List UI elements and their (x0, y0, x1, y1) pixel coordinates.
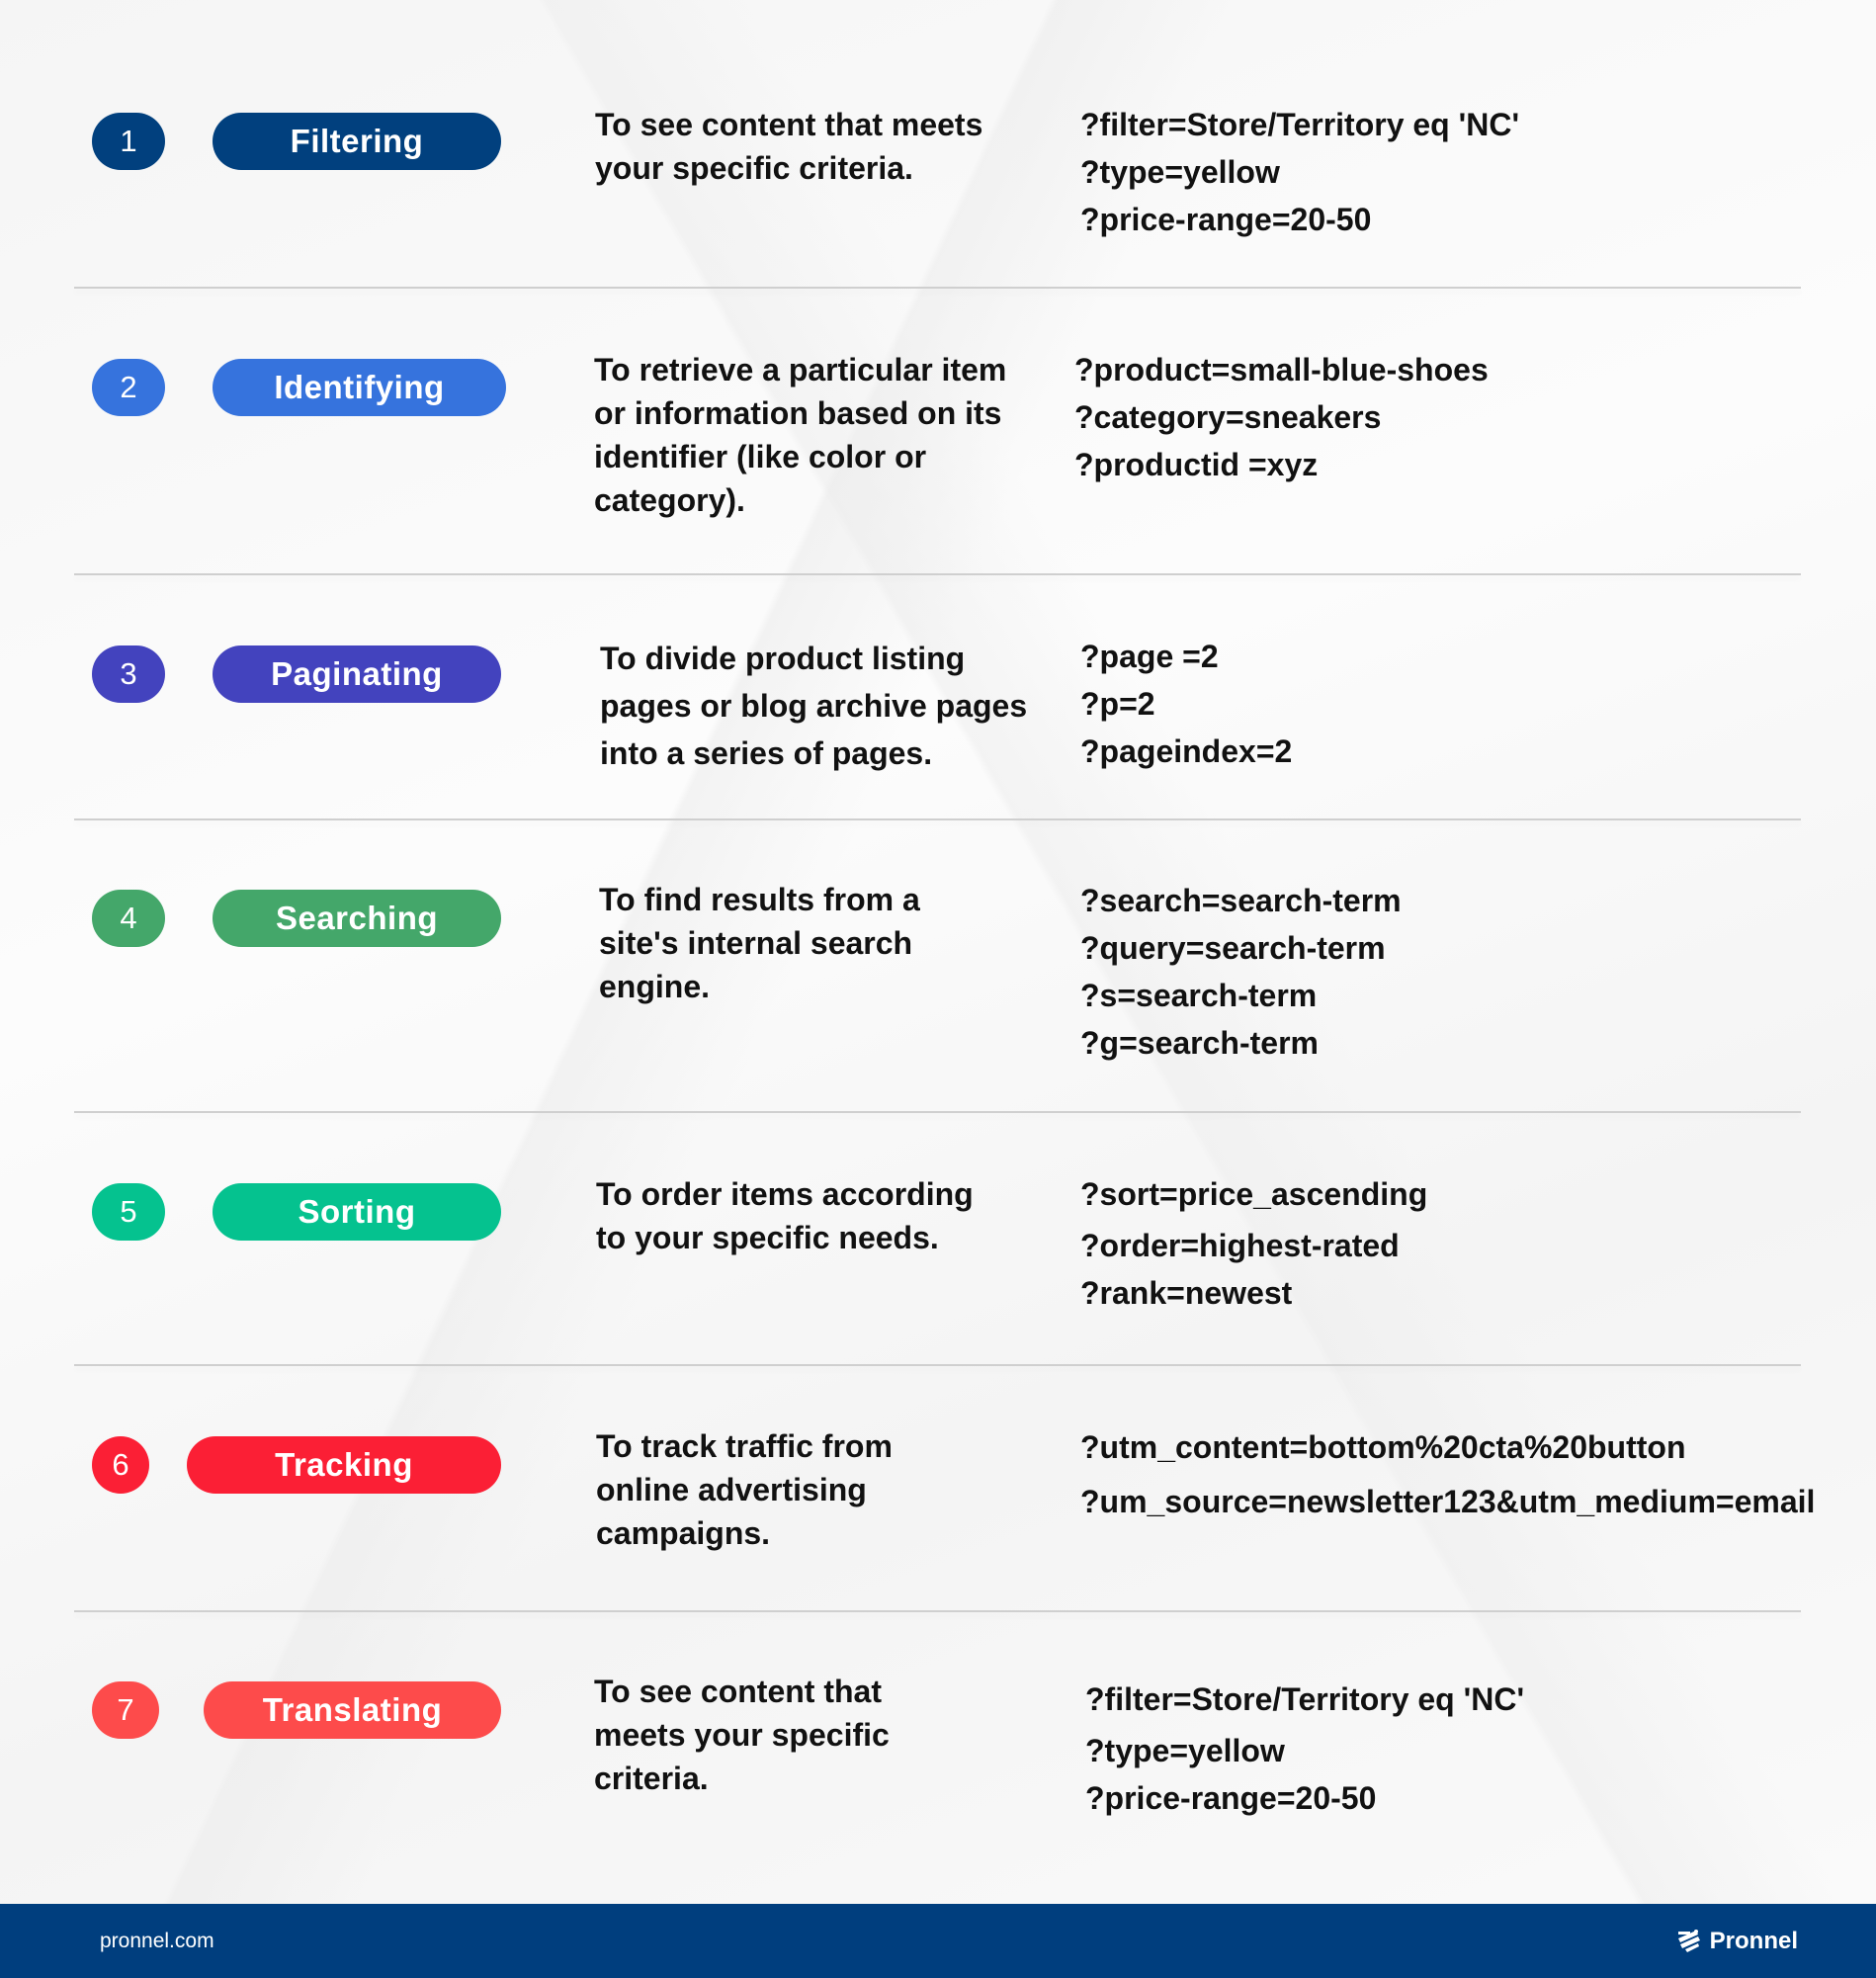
row-examples: ?filter=Store/Territory eq 'NC' ?type=ye… (1080, 101, 1519, 243)
example-param: ?order=highest-rated (1080, 1228, 1400, 1263)
example-param: ?p=2 (1080, 686, 1155, 722)
example-param: ?g=search-term (1080, 1025, 1319, 1061)
category-pill: Tracking (187, 1436, 501, 1494)
row-description: To order items according to your specifi… (596, 1176, 974, 1255)
row-examples: ?page =2 ?p=2 ?pageindex=2 (1080, 633, 1292, 775)
category-pill: Sorting (213, 1183, 501, 1241)
example-param: ?search=search-term (1080, 883, 1402, 918)
example-param: ?sort=price_ascending (1080, 1176, 1428, 1212)
example-param: ?utm_content=bottom%20cta%20button (1080, 1429, 1686, 1465)
example-param: ?rank=newest (1080, 1275, 1293, 1311)
row-number-badge: 6 (92, 1436, 149, 1494)
example-param: ?productid =xyz (1074, 447, 1319, 482)
example-param: ?category=sneakers (1074, 399, 1382, 435)
row-description: To divide product listing pages or blog … (600, 641, 1028, 771)
row-divider (74, 573, 1801, 575)
row-number-badge: 3 (92, 645, 165, 703)
example-param: ?product=small-blue-shoes (1074, 352, 1489, 387)
footer-brand[interactable]: Pronnel (1676, 1904, 1798, 1978)
example-param: ?page =2 (1080, 639, 1219, 674)
row-description: To track traffic from online advertising… (596, 1428, 893, 1551)
example-param: ?s=search-term (1080, 978, 1318, 1013)
row-description: To see content that meets your specific … (594, 1674, 890, 1796)
example-param: ?query=search-term (1080, 930, 1386, 966)
row-examples: ?utm_content=bottom%20cta%20button ?um_s… (1080, 1423, 1815, 1525)
row-description: To see content that meets your specific … (595, 107, 983, 186)
footer: pronnel.com Pronnel (0, 1904, 1876, 1978)
row-description: To find results from a site's internal s… (599, 882, 920, 1004)
pronnel-logo-icon (1677, 1929, 1700, 1952)
row-divider (74, 287, 1801, 289)
row-description: To retrieve a particular item or informa… (594, 352, 1007, 518)
category-pill: Paginating (213, 645, 501, 703)
example-param: ?price-range=20-50 (1085, 1780, 1377, 1816)
row-number-badge: 5 (92, 1183, 165, 1241)
row-divider (74, 1111, 1801, 1113)
category-pill: Searching (213, 890, 501, 947)
row-examples: ?search=search-term ?query=search-term ?… (1080, 877, 1402, 1067)
row-examples: ?filter=Store/Territory eq 'NC' ?type=ye… (1085, 1676, 1524, 1822)
example-param: ?type=yellow (1085, 1733, 1285, 1768)
row-number-badge: 4 (92, 890, 165, 947)
row-number-badge: 2 (92, 359, 165, 416)
example-param: ?pageindex=2 (1080, 733, 1293, 769)
example-param: ?filter=Store/Territory eq 'NC' (1080, 107, 1520, 142)
example-param: ?um_source=newsletter123&utm_medium=emai… (1080, 1484, 1816, 1519)
category-pill: Translating (204, 1681, 501, 1739)
row-divider (74, 1364, 1801, 1366)
category-pill: Filtering (213, 113, 501, 170)
category-pill: Identifying (213, 359, 506, 416)
row-divider (74, 818, 1801, 820)
row-divider (74, 1610, 1801, 1612)
row-number-badge: 1 (92, 113, 165, 170)
footer-brand-name: Pronnel (1709, 1927, 1798, 1954)
example-param: ?type=yellow (1080, 154, 1280, 190)
example-param: ?filter=Store/Territory eq 'NC' (1085, 1681, 1525, 1717)
row-examples: ?sort=price_ascending ?order=highest-rat… (1080, 1170, 1427, 1317)
row-number-badge: 7 (92, 1681, 159, 1739)
footer-site-link[interactable]: pronnel.com (100, 1904, 214, 1978)
example-param: ?price-range=20-50 (1080, 202, 1372, 237)
row-examples: ?product=small-blue-shoes ?category=snea… (1074, 346, 1489, 488)
